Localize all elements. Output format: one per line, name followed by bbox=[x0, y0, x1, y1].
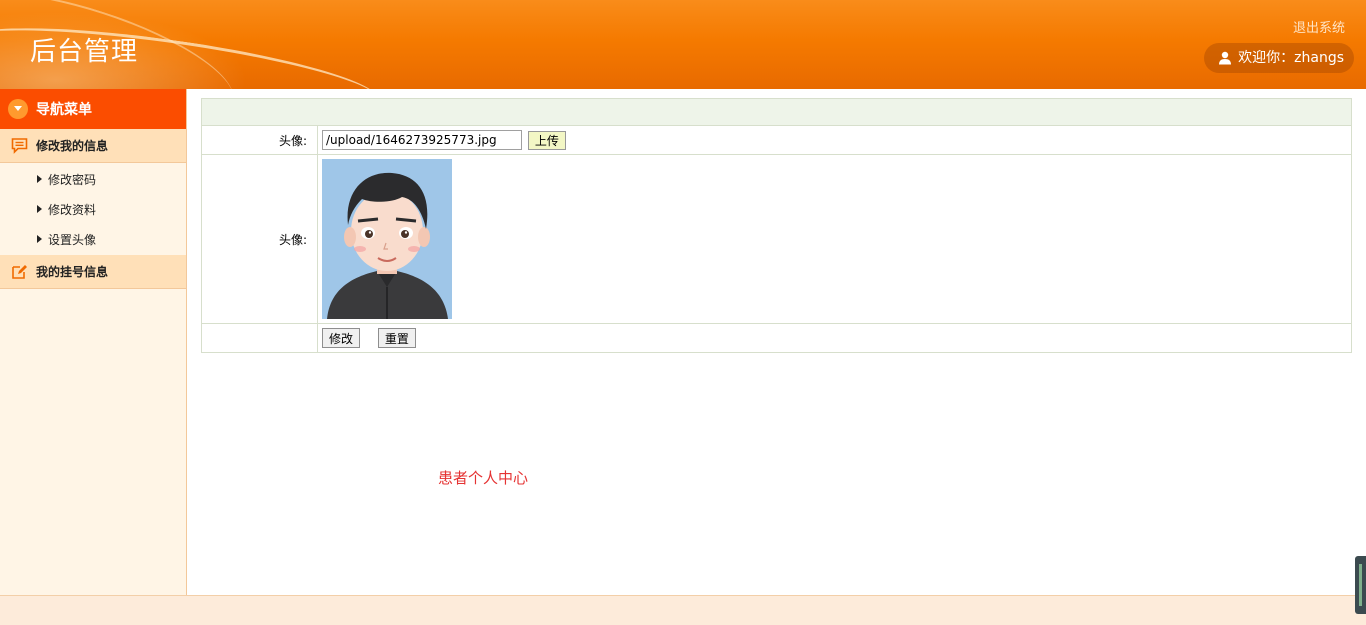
sidebar-item-set-avatar[interactable]: 设置头像 bbox=[0, 224, 186, 254]
sidebar-item-label: 修改资料 bbox=[48, 202, 97, 217]
sidebar-group-my-registrations[interactable]: 我的挂号信息 bbox=[0, 255, 186, 289]
sidebar-group-edit-info[interactable]: 修改我的信息 bbox=[0, 129, 186, 163]
top-header: 后台管理 退出系统 欢迎你：zhangs bbox=[0, 0, 1366, 89]
page-caption: 患者个人中心 bbox=[438, 469, 529, 487]
form-header-cell bbox=[201, 98, 1352, 126]
sidebar-item-change-password[interactable]: 修改密码 bbox=[0, 164, 186, 194]
upload-button[interactable]: 上传 bbox=[527, 130, 566, 150]
form-row-preview: 头像: bbox=[201, 154, 1352, 324]
nav-menu-header[interactable]: 导航菜单 bbox=[0, 89, 186, 129]
caret-right-icon bbox=[37, 175, 42, 183]
user-icon bbox=[1219, 51, 1232, 65]
form-actions-cell: 修改 重置 bbox=[317, 323, 1352, 353]
form-label-empty bbox=[201, 323, 318, 353]
side-widget-handle[interactable] bbox=[1355, 556, 1366, 614]
sidebar-item-edit-profile[interactable]: 修改资料 bbox=[0, 194, 186, 224]
sidebar-item-label: 设置头像 bbox=[48, 232, 97, 247]
form-label: 头像: bbox=[201, 125, 318, 155]
form-value-cell: 上传 bbox=[317, 125, 1352, 155]
reset-button[interactable]: 重置 bbox=[377, 328, 416, 348]
welcome-text: 欢迎你：zhangs bbox=[1238, 50, 1344, 66]
sidebar: 导航菜单 修改我的信息 修改密码 修改资料 设置头像 我的挂号信息 bbox=[0, 89, 187, 595]
form-row-upload: 头像: 上传 bbox=[201, 125, 1352, 155]
sidebar-sublist: 修改密码 修改资料 设置头像 bbox=[0, 163, 186, 255]
avatar-path-input[interactable] bbox=[322, 130, 522, 150]
logout-link[interactable]: 退出系统 bbox=[1293, 17, 1345, 36]
sidebar-item-label: 修改密码 bbox=[48, 172, 97, 187]
caret-right-icon bbox=[37, 205, 42, 213]
chat-bubble-icon bbox=[11, 138, 28, 154]
submit-button[interactable]: 修改 bbox=[322, 328, 361, 348]
form-header-row bbox=[201, 98, 1352, 126]
level-bar-icon bbox=[1359, 564, 1362, 606]
welcome-badge: 欢迎你：zhangs bbox=[1204, 43, 1354, 73]
nav-menu-title: 导航菜单 bbox=[36, 102, 92, 118]
main-content: 头像: 上传 头像: bbox=[188, 89, 1366, 595]
edit-note-icon bbox=[12, 265, 27, 279]
app-title: 后台管理 bbox=[30, 37, 139, 67]
form-value-cell bbox=[317, 154, 1352, 324]
sidebar-group-label: 我的挂号信息 bbox=[36, 265, 109, 279]
sidebar-group-label: 修改我的信息 bbox=[36, 139, 109, 153]
avatar-image bbox=[322, 159, 452, 319]
form-label: 头像: bbox=[201, 154, 318, 324]
caret-right-icon bbox=[37, 235, 42, 243]
avatar-form-table: 头像: 上传 头像: bbox=[201, 98, 1352, 353]
footer-bar bbox=[0, 595, 1366, 625]
chevron-down-icon bbox=[8, 99, 28, 119]
form-row-actions: 修改 重置 bbox=[201, 323, 1352, 353]
